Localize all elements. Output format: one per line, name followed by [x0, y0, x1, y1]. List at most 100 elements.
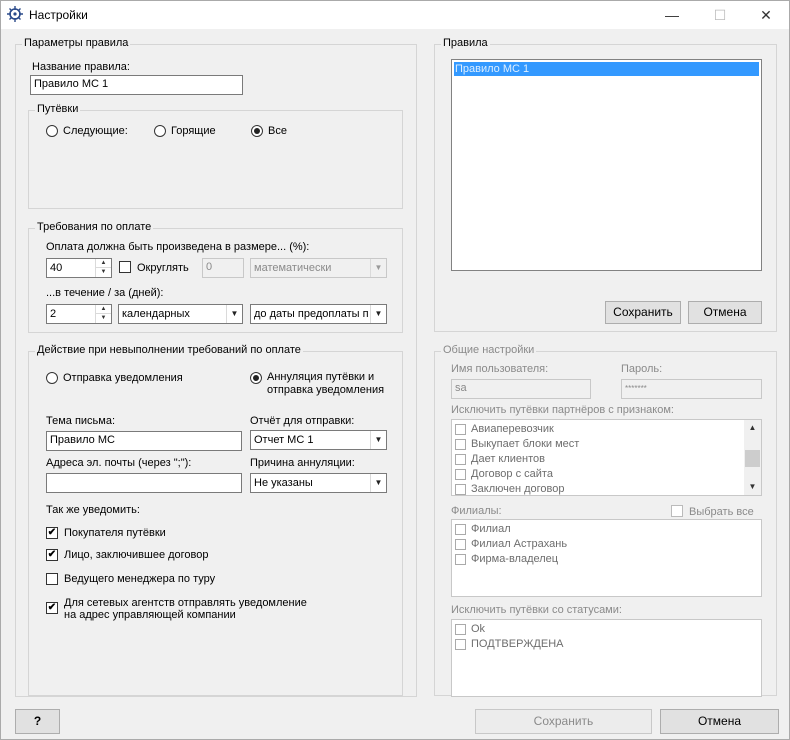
payment-days-value: 2	[50, 308, 57, 320]
checkbox-icon	[455, 554, 466, 565]
action-cancel-label-line1[interactable]: Аннуляция путёвки и	[267, 371, 374, 383]
tours-hot-radio[interactable]	[154, 125, 166, 137]
spin-down-icon[interactable]: ▼	[95, 314, 111, 323]
help-button[interactable]: ?	[15, 709, 60, 734]
payment-term-label: ...в течение / за (дней):	[46, 287, 164, 299]
partner-flags-scrollbar[interactable]: ▲ ▼	[744, 420, 761, 495]
window-title: Настройки	[29, 8, 88, 22]
partner-flags-list: Авиаперевозчик Выкупает блоки мест Дает …	[451, 419, 762, 496]
branches-list: Филиал Филиал Астрахань Фирма-владелец	[451, 519, 762, 597]
checkbox-icon	[455, 439, 466, 450]
chevron-down-icon[interactable]: ▼	[370, 431, 386, 449]
round-value-input: 0	[202, 258, 244, 278]
round-mode-value: математически	[254, 262, 332, 274]
checkbox-icon	[455, 454, 466, 465]
password-input: *******	[621, 379, 762, 399]
payment-amount-value: 40	[50, 262, 63, 274]
tours-all-radio[interactable]	[251, 125, 263, 137]
round-label[interactable]: Округлять	[137, 262, 189, 274]
tours-legend: Путёвки	[35, 103, 81, 115]
spin-up-icon[interactable]: ▲	[95, 305, 111, 314]
report-value: Отчет МС 1	[254, 434, 314, 446]
days-type-select[interactable]: календарных ▼	[118, 304, 243, 324]
spin-down-icon[interactable]: ▼	[95, 268, 111, 277]
select-all-label: Выбрать все	[689, 506, 754, 518]
emails-input[interactable]	[46, 473, 242, 493]
action-cancel-radio[interactable]	[250, 372, 262, 384]
scroll-thumb[interactable]	[745, 450, 760, 467]
chevron-down-icon: ▼	[370, 259, 386, 277]
action-cancel-label-line2[interactable]: отправка уведомления	[267, 384, 384, 396]
notify-buyer-label[interactable]: Покупателя путёвки	[64, 527, 166, 539]
rules-list-item[interactable]: Правило МС 1	[454, 62, 759, 76]
username-label: Имя пользователя:	[451, 363, 549, 375]
checkbox-icon	[455, 539, 466, 550]
report-select[interactable]: Отчет МС 1 ▼	[250, 430, 387, 450]
subject-input[interactable]: Правило МС	[46, 431, 242, 451]
select-all-checkbox	[671, 505, 683, 517]
subject-label: Тема письма:	[46, 415, 116, 427]
cancel-button[interactable]: Отмена	[660, 709, 779, 734]
scroll-up-icon[interactable]: ▲	[744, 420, 761, 436]
network-agency-label-line1[interactable]: Для сетевых агентств отправлять уведомле…	[64, 597, 307, 609]
save-button: Сохранить	[475, 709, 652, 734]
action-notify-radio[interactable]	[46, 372, 58, 384]
notify-contractor-checkbox[interactable]: ✔	[46, 549, 58, 561]
notify-manager-label[interactable]: Ведущего менеджера по туру	[64, 573, 215, 585]
notify-buyer-checkbox[interactable]: ✔	[46, 527, 58, 539]
cancel-reason-value: Не указаны	[254, 477, 313, 489]
minimize-button[interactable]: —	[649, 1, 695, 29]
app-icon	[7, 6, 23, 22]
rules-cancel-button[interactable]: Отмена	[688, 301, 762, 324]
exclude-statuses-label: Исключить путёвки со статусами:	[451, 604, 622, 616]
exclude-partners-label: Исключить путёвки партнёров с признаком:	[451, 404, 674, 416]
emails-label: Адреса эл. почты (через ";"):	[46, 457, 192, 469]
network-agency-checkbox[interactable]: ✔	[46, 602, 58, 614]
checkbox-icon	[455, 624, 466, 635]
rule-name-input[interactable]: Правило МС 1	[30, 75, 243, 95]
tours-all-label[interactable]: Все	[268, 125, 287, 137]
payment-amount-label: Оплата должна быть произведена в размере…	[46, 241, 310, 253]
rules-list[interactable]: Правило МС 1	[451, 59, 762, 271]
password-label: Пароль:	[621, 363, 663, 375]
spin-up-icon[interactable]: ▲	[95, 259, 111, 268]
round-mode-select: математически ▼	[250, 258, 387, 278]
action-notify-label[interactable]: Отправка уведомления	[63, 372, 183, 384]
tours-next-label[interactable]: Следующие:	[63, 125, 128, 137]
branches-label: Филиалы:	[451, 505, 502, 517]
days-type-value: календарных	[122, 308, 190, 320]
rules-legend: Правила	[441, 37, 490, 49]
settings-window: Настройки — ☐ ✕ Параметры правила Назван…	[0, 0, 790, 740]
report-label: Отчёт для отправки:	[250, 415, 355, 427]
notify-contractor-label[interactable]: Лицо, заключившее договор	[64, 549, 209, 561]
rule-name-label: Название правила:	[32, 61, 130, 73]
network-agency-label-line2[interactable]: на адрес управляющей компании	[64, 609, 236, 621]
rule-params-legend: Параметры правила	[22, 37, 131, 49]
scroll-down-icon[interactable]: ▼	[744, 479, 761, 495]
from-date-select[interactable]: до даты предоплаты по ▼	[250, 304, 387, 324]
checkbox-icon	[455, 484, 466, 495]
maximize-button: ☐	[713, 7, 727, 23]
payment-amount-spinner[interactable]: 40 ▲ ▼	[46, 258, 112, 278]
tours-next-radio[interactable]	[46, 125, 58, 137]
rules-save-button[interactable]: Сохранить	[605, 301, 681, 324]
close-button[interactable]: ✕	[743, 1, 789, 29]
checkbox-icon	[455, 524, 466, 535]
title-bar[interactable]: Настройки — ☐ ✕	[1, 1, 789, 29]
also-notify-label: Так же уведомить:	[46, 504, 140, 516]
payment-days-spinner[interactable]: 2 ▲ ▼	[46, 304, 112, 324]
checkbox-icon	[455, 424, 466, 435]
checkbox-icon	[455, 469, 466, 480]
cancel-reason-label: Причина аннуляции:	[250, 457, 355, 469]
round-checkbox[interactable]	[119, 261, 131, 273]
statuses-list: Ok ПОДТВЕРЖДЕНА	[451, 619, 762, 697]
tours-hot-label[interactable]: Горящие	[171, 125, 216, 137]
cancel-reason-select[interactable]: Не указаны ▼	[250, 473, 387, 493]
payment-requirements-legend: Требования по оплате	[35, 221, 154, 233]
general-settings-legend: Общие настройки	[441, 344, 537, 356]
notify-manager-checkbox[interactable]	[46, 573, 58, 585]
chevron-down-icon[interactable]: ▼	[226, 305, 242, 323]
chevron-down-icon[interactable]: ▼	[370, 305, 386, 323]
chevron-down-icon[interactable]: ▼	[370, 474, 386, 492]
username-input: sa	[451, 379, 591, 399]
